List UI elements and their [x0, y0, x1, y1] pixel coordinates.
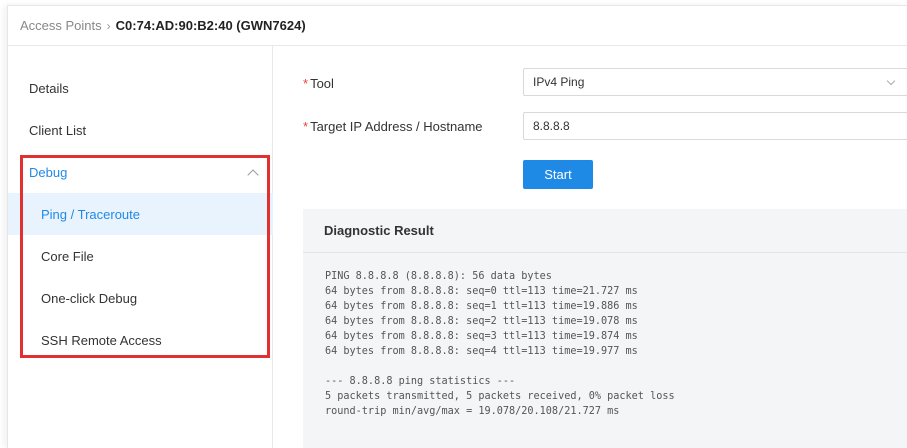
output-line: 64 bytes from 8.8.8.8: seq=2 ttl=113 tim…	[325, 316, 638, 327]
app-window: Access Points › C0:74:AD:90:B2:40 (GWN76…	[7, 5, 907, 448]
sidebar: Details Client List Debug Ping / Tracero…	[8, 46, 273, 448]
target-ip-input[interactable]: 8.8.8.8	[523, 112, 907, 140]
target-ip-value: 8.8.8.8	[533, 119, 570, 133]
sidebar-item-details[interactable]: Details	[8, 67, 273, 109]
required-mark: *	[303, 76, 309, 91]
breadcrumb-separator-icon: ›	[106, 18, 111, 33]
breadcrumb-current-device: C0:74:AD:90:B2:40 (GWN7624)	[115, 18, 306, 33]
diagnostic-result-output: PING 8.8.8.8 (8.8.8.8): 56 data bytes 64…	[303, 253, 907, 419]
tool-select[interactable]: IPv4 Ping	[523, 68, 907, 96]
required-mark: *	[303, 119, 309, 134]
tool-select-value: IPv4 Ping	[533, 75, 585, 89]
sidebar-item-label: One-click Debug	[41, 290, 138, 306]
output-line: 64 bytes from 8.8.8.8: seq=4 ttl=113 tim…	[325, 346, 638, 357]
chevron-up-icon	[247, 168, 259, 181]
output-line: 64 bytes from 8.8.8.8: seq=0 ttl=113 tim…	[325, 286, 638, 297]
tool-label: * Tool	[303, 76, 334, 91]
chevron-down-icon	[886, 76, 896, 86]
sidebar-item-label: Details	[29, 80, 69, 96]
output-line: 5 packets transmitted, 5 packets receive…	[325, 391, 675, 402]
output-line: round-trip min/avg/max = 19.078/20.108/2…	[325, 406, 620, 417]
sidebar-item-label: Core File	[41, 248, 94, 264]
diagnostic-result-title: Diagnostic Result	[303, 209, 907, 253]
sidebar-group-debug[interactable]: Debug	[8, 151, 273, 193]
sidebar-item-one-click-debug[interactable]: One-click Debug	[8, 277, 273, 319]
sidebar-item-ssh-remote-access[interactable]: SSH Remote Access	[8, 319, 273, 361]
sidebar-item-label: Client List	[29, 122, 87, 138]
diagnostic-result-panel: Diagnostic Result PING 8.8.8.8 (8.8.8.8)…	[303, 209, 907, 448]
output-blank-line	[325, 359, 907, 374]
output-line: 64 bytes from 8.8.8.8: seq=1 ttl=113 tim…	[325, 301, 638, 312]
sidebar-group-label: Debug	[29, 164, 68, 180]
sidebar-item-ping-traceroute[interactable]: Ping / Traceroute	[8, 193, 273, 235]
target-label: * Target IP Address / Hostname	[303, 119, 483, 134]
sidebar-item-core-file[interactable]: Core File	[8, 235, 273, 277]
breadcrumb: Access Points › C0:74:AD:90:B2:40 (GWN76…	[8, 6, 907, 46]
output-line: 64 bytes from 8.8.8.8: seq=3 ttl=113 tim…	[325, 331, 638, 342]
output-line: PING 8.8.8.8 (8.8.8.8): 56 data bytes	[325, 271, 552, 282]
start-button[interactable]: Start	[523, 160, 593, 189]
sidebar-item-client-list[interactable]: Client List	[8, 109, 273, 151]
breadcrumb-access-points-link[interactable]: Access Points	[20, 18, 102, 33]
sidebar-item-label: Ping / Traceroute	[41, 206, 140, 222]
sidebar-item-label: SSH Remote Access	[41, 332, 162, 348]
output-line: --- 8.8.8.8 ping statistics ---	[325, 376, 516, 387]
